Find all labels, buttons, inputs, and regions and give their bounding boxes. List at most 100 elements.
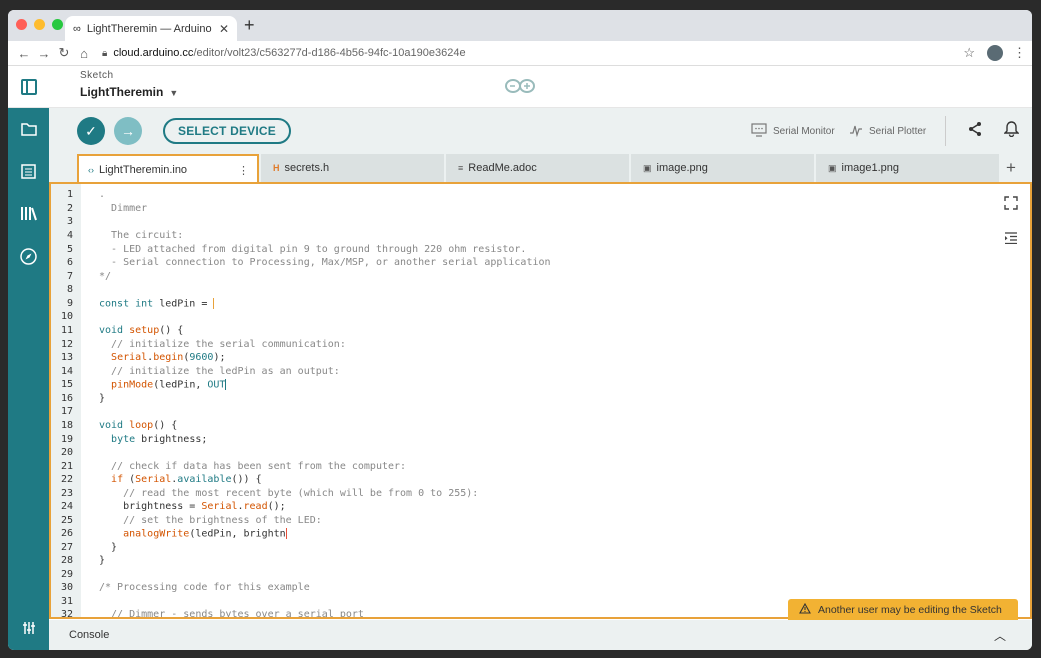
editor-toolbar: ✓ → SELECT DEVICE Serial Monitor Serial … xyxy=(49,108,1032,154)
code-line: // set the brightness of the LED: xyxy=(99,515,322,526)
line-number: 20 xyxy=(60,447,73,458)
bookmark-star-icon[interactable]: ☆ xyxy=(963,45,975,61)
code-line: // initialize the serial communication: xyxy=(99,339,346,350)
serial-plotter-label: Serial Plotter xyxy=(869,125,927,137)
console-panel[interactable]: Console ︿ xyxy=(49,620,1032,650)
line-number: 31 xyxy=(60,596,73,607)
avatar[interactable] xyxy=(987,45,1003,61)
code-line: Dimmer xyxy=(99,203,148,214)
code-line: const int ledPin = xyxy=(99,298,215,310)
code-line: analogWrite(ledPin, brightn xyxy=(123,528,287,540)
folder-icon[interactable] xyxy=(8,122,49,141)
browser-menu-icon[interactable]: ⋮ xyxy=(1013,45,1026,61)
sidebar-icon xyxy=(20,78,37,95)
upload-button[interactable]: → xyxy=(114,117,142,145)
browser-tab-strip: ∞ LightTheremin — Arduino Edit... ✕ + xyxy=(8,10,1032,41)
serial-plotter-button[interactable]: Serial Plotter xyxy=(849,123,926,140)
line-number: 2 xyxy=(66,203,73,214)
line-number: 30 xyxy=(60,582,73,593)
line-number: 29 xyxy=(60,569,73,580)
line-number: 19 xyxy=(60,434,73,445)
tab-secrets-h[interactable]: H secrets.h xyxy=(261,154,444,182)
tab-image1-png[interactable]: ▣ image1.png xyxy=(816,154,999,182)
sketch-info: Sketch LightTheremin ▼ xyxy=(80,66,178,107)
back-icon[interactable]: ← xyxy=(14,46,34,61)
forward-icon[interactable]: → xyxy=(34,46,54,61)
line-number: 8 xyxy=(66,284,73,295)
close-tab-icon[interactable]: ✕ xyxy=(219,22,229,36)
code-line: - LED attached from digital pin 9 to gro… xyxy=(99,244,527,255)
examples-icon[interactable] xyxy=(8,164,49,184)
url-field[interactable]: 🔒︎ cloud.arduino.cc/editor/volt23/c56327… xyxy=(102,47,963,59)
code-line: - Serial connection to Processing, Max/M… xyxy=(99,257,551,268)
code-line: */ xyxy=(99,271,112,282)
arrow-right-icon: → xyxy=(121,123,135,139)
bell-icon[interactable] xyxy=(1003,121,1020,141)
remote-cursor xyxy=(285,528,287,539)
line-number: 27 xyxy=(60,542,73,553)
line-number: 4 xyxy=(66,230,73,241)
tab-label: secrets.h xyxy=(284,162,330,174)
libraries-icon[interactable] xyxy=(8,206,49,226)
warning-toast[interactable]: Another user may be editing the Sketch xyxy=(788,599,1018,620)
share-icon[interactable] xyxy=(967,121,983,142)
tab-lighttheremin-ino[interactable]: ‹› LightTheremin.ino ⋮ xyxy=(77,154,259,184)
arduino-logo-icon xyxy=(505,79,535,93)
serial-monitor-button[interactable]: Serial Monitor xyxy=(751,122,835,140)
chevron-up-icon[interactable]: ︿ xyxy=(994,627,1006,644)
checkmark-icon: ✓ xyxy=(85,123,97,139)
reload-icon[interactable]: ↻ xyxy=(54,45,74,61)
code-line: // initialize the ledPin as an output: xyxy=(99,366,340,377)
tab-more-icon[interactable]: ⋮ xyxy=(238,164,249,177)
new-tab-button[interactable]: + xyxy=(244,15,255,36)
settings-sliders-icon[interactable] xyxy=(8,621,49,638)
maximize-window-button[interactable] xyxy=(52,19,63,30)
code-line: byte brightness; xyxy=(111,434,208,445)
app-header: Sketch LightTheremin ▼ xyxy=(8,66,1032,108)
sketch-name: LightTheremin xyxy=(80,85,164,99)
code-line: if (Serial.available()) { xyxy=(111,474,262,485)
line-number: 11 xyxy=(60,325,73,336)
add-tab-button[interactable]: + xyxy=(1006,158,1016,178)
sketch-name-dropdown[interactable]: LightTheremin ▼ xyxy=(80,85,178,99)
fullscreen-icon[interactable] xyxy=(1004,196,1018,213)
line-number: 5 xyxy=(66,244,73,255)
close-window-button[interactable] xyxy=(16,19,27,30)
code-line: . xyxy=(99,189,106,200)
tab-image-png[interactable]: ▣ image.png xyxy=(631,154,814,182)
verify-button[interactable]: ✓ xyxy=(77,117,105,145)
window-controls xyxy=(16,19,63,30)
home-icon[interactable]: ⌂ xyxy=(74,46,94,61)
header-file-icon: H xyxy=(273,163,280,173)
browser-tab[interactable]: ∞ LightTheremin — Arduino Edit... ✕ xyxy=(65,16,237,41)
code-line: pinMode(ledPin, OUT xyxy=(111,379,227,391)
line-number: 28 xyxy=(60,555,73,566)
line-number: 18 xyxy=(60,420,73,431)
tab-label: image.png xyxy=(656,162,708,174)
minimize-window-button[interactable] xyxy=(34,19,45,30)
toolbar-divider xyxy=(945,116,946,146)
line-number: 22 xyxy=(60,474,73,485)
indent-icon[interactable] xyxy=(1004,232,1018,247)
sketch-label: Sketch xyxy=(80,70,114,81)
compass-icon[interactable] xyxy=(8,248,49,270)
select-device-button[interactable]: SELECT DEVICE xyxy=(163,118,291,144)
tab-label: image1.png xyxy=(841,162,900,174)
tab-readme-adoc[interactable]: ≡ ReadMe.adoc xyxy=(446,154,629,182)
code-line: } xyxy=(99,542,118,553)
line-number: 25 xyxy=(60,515,73,526)
code-editor[interactable]: 1 2 3 4 5 6 7 8 9 10 11 12 13 14 15 16 17 18 19 20 21 22 23 24 2… xyxy=(49,182,1032,619)
tab-label: LightTheremin.ino xyxy=(99,164,188,176)
left-rail xyxy=(8,108,49,650)
code-line: /* Processing code for this example xyxy=(99,582,310,593)
code-line: } xyxy=(99,393,106,404)
code-line: The circuit: xyxy=(99,230,184,241)
serial-monitor-icon xyxy=(751,122,767,140)
line-number: 24 xyxy=(60,501,73,512)
line-number: 12 xyxy=(60,339,73,350)
line-number: 9 xyxy=(66,298,73,309)
lock-icon: 🔒︎ xyxy=(102,47,108,59)
sidebar-toggle-button[interactable] xyxy=(8,66,49,107)
line-number-gutter: 1 2 3 4 5 6 7 8 9 10 11 12 13 14 15 16 17 18 19 20 21 22 23 24 2… xyxy=(51,184,81,617)
code-line: } xyxy=(99,555,106,566)
